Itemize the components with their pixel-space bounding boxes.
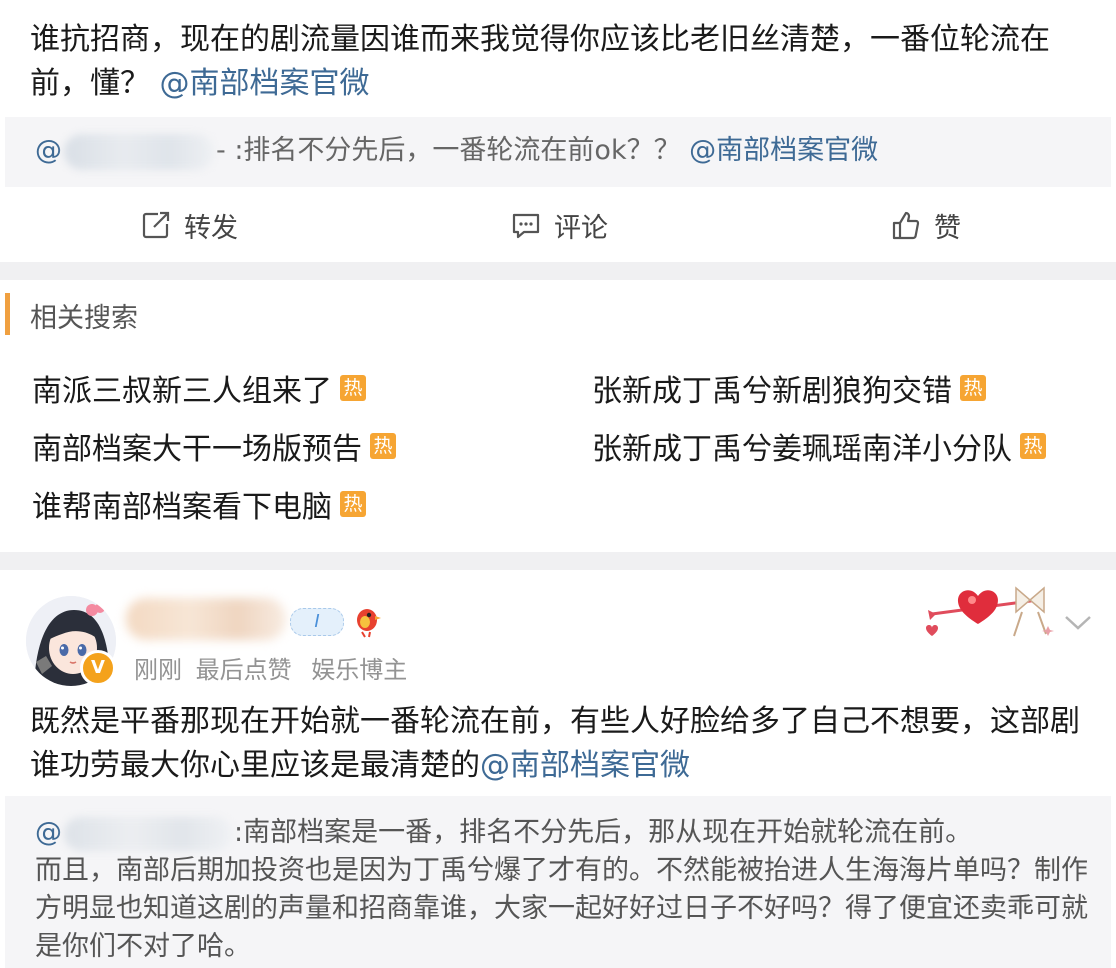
related-search-item[interactable]: 张新成丁禹兮姜珮瑶南洋小分队热 <box>592 424 1046 468</box>
post1-text: 谁抗招商，现在的剧流量因谁而来我觉得你应该比老旧丝清楚，一番位轮流在前，懂？ @… <box>30 18 1090 106</box>
comment-label: 评论 <box>554 212 608 244</box>
last-liked-label: 最后点赞 <box>195 656 292 684</box>
related-search-text: 南部档案大干一场版预告 <box>32 432 362 467</box>
post-time: 刚刚 <box>134 656 182 684</box>
quote-text-first-line: :南部档案是一番，排名不分先后，那从现在开始就轮流在前。 <box>234 817 973 848</box>
user-level-badge: I <box>290 608 344 636</box>
blurred-username <box>64 133 214 170</box>
related-search-item[interactable]: 张新成丁禹兮新剧狼狗交错热 <box>592 366 986 410</box>
quote-text-rest: 而且，南部后期加投资也是因为丁禹兮爆了才有的。不然能被抬进人生海海片单吗？制作方… <box>35 855 1088 962</box>
related-search-text: 南派三叔新三人组来了 <box>32 374 332 409</box>
comment-icon <box>512 213 540 239</box>
related-search-item[interactable]: 南派三叔新三人组来了热 <box>32 366 366 410</box>
section-separator <box>0 552 1116 570</box>
section-accent-bar <box>5 293 10 335</box>
post-action-bar: 转发 评论 赞 <box>5 190 1111 260</box>
quoted-post[interactable]: @ :南部档案是一番，排名不分先后，那从现在开始就轮流在前。 而且，南部后期加投资… <box>5 796 1111 968</box>
post2-text: 既然是平番那现在开始就一番轮流在前，有些人好脸给多了自己不想要，这部剧谁功劳最大… <box>30 700 1090 788</box>
decorative-heart-arrow-icon <box>926 586 1054 637</box>
related-search-item[interactable]: 谁帮南部档案看下电脑热 <box>32 482 366 526</box>
chevron-down-icon[interactable] <box>1062 608 1094 636</box>
hot-badge: 热 <box>340 375 366 401</box>
related-search-item[interactable]: 南部档案大干一场版预告热 <box>32 424 396 468</box>
comment-button[interactable]: 评论 <box>510 204 608 246</box>
hot-badge: 热 <box>960 375 986 401</box>
quote-at-sign: @ <box>35 817 62 848</box>
thumbs-up-icon <box>892 211 920 240</box>
quoted-post[interactable]: @ - :排名不分先后，一番轮流在前ok？？ @南部档案官微 <box>5 117 1111 187</box>
repost-label: 转发 <box>184 212 238 244</box>
post1-mention-link[interactable]: @南部档案官微 <box>160 66 370 101</box>
related-search-text: 谁帮南部档案看下电脑 <box>32 490 332 525</box>
verified-badge: V <box>80 650 116 686</box>
user-role-label: 娱乐博主 <box>311 656 408 684</box>
hot-badge: 热 <box>1020 433 1046 459</box>
post-meta: 刚刚 最后点赞 娱乐博主 <box>134 650 407 685</box>
quote-at-sign: @ <box>35 135 62 166</box>
related-search-title: 相关搜索 <box>30 303 138 334</box>
hot-badge: 热 <box>340 491 366 517</box>
quote-mention-link[interactable]: @南部档案官微 <box>689 135 878 166</box>
repost-button[interactable]: 转发 <box>140 204 238 246</box>
quote-text: - :排名不分先后，一番轮流在前ok？？ <box>216 135 681 166</box>
like-label: 赞 <box>934 212 961 244</box>
related-search-text: 张新成丁禹兮新剧狼狗交错 <box>592 374 952 409</box>
like-button[interactable]: 赞 <box>890 204 961 246</box>
repost-icon <box>142 211 170 239</box>
related-search-text: 张新成丁禹兮姜珮瑶南洋小分队 <box>592 432 1012 467</box>
section-separator <box>0 262 1116 280</box>
blurred-username <box>64 816 232 851</box>
post2-mention-link[interactable]: @南部档案官微 <box>480 748 690 783</box>
blurred-username[interactable] <box>126 598 286 640</box>
bird-badge-icon <box>357 609 381 638</box>
hot-badge: 热 <box>370 433 396 459</box>
